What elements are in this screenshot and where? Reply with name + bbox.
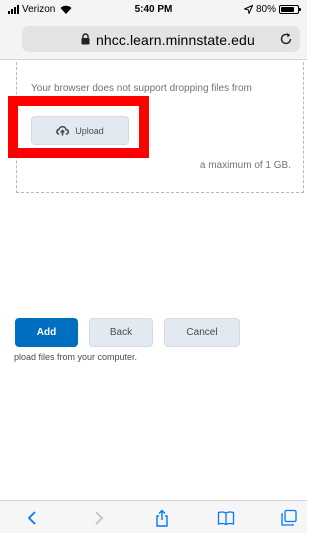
add-button[interactable]: Add — [15, 318, 78, 347]
url-text: nhcc.learn.minnstate.edu — [96, 32, 255, 48]
upload-label: Upload — [75, 125, 104, 136]
location-icon — [243, 5, 253, 14]
browser-toolbar — [0, 500, 307, 533]
status-right: 80% — [243, 4, 301, 15]
file-size-limit: a maximum of 1 GB. — [199, 160, 291, 171]
forward-icon[interactable] — [89, 509, 107, 527]
battery-icon — [279, 5, 301, 14]
cancel-button[interactable]: Cancel — [164, 318, 240, 347]
back-icon[interactable] — [24, 509, 42, 527]
share-icon[interactable] — [153, 509, 171, 527]
browser-address-area: nhcc.learn.minnstate.edu — [0, 20, 307, 60]
lock-icon — [81, 33, 90, 45]
reload-icon[interactable] — [279, 32, 293, 46]
bookmarks-icon[interactable] — [217, 509, 235, 527]
address-bar[interactable]: nhcc.learn.minnstate.edu — [22, 26, 300, 52]
cloud-upload-icon — [56, 125, 70, 136]
dropzone-message: Your browser does not support dropping f… — [31, 83, 252, 94]
upload-hint: pload files from your computer. — [14, 352, 138, 362]
upload-button[interactable]: Upload — [31, 116, 129, 145]
battery-level — [281, 7, 294, 12]
back-button[interactable]: Back — [89, 318, 153, 347]
status-bar: Verizon 5:40 PM 80% — [0, 0, 307, 20]
tabs-icon[interactable] — [280, 509, 298, 527]
battery-percent: 80% — [255, 4, 276, 15]
